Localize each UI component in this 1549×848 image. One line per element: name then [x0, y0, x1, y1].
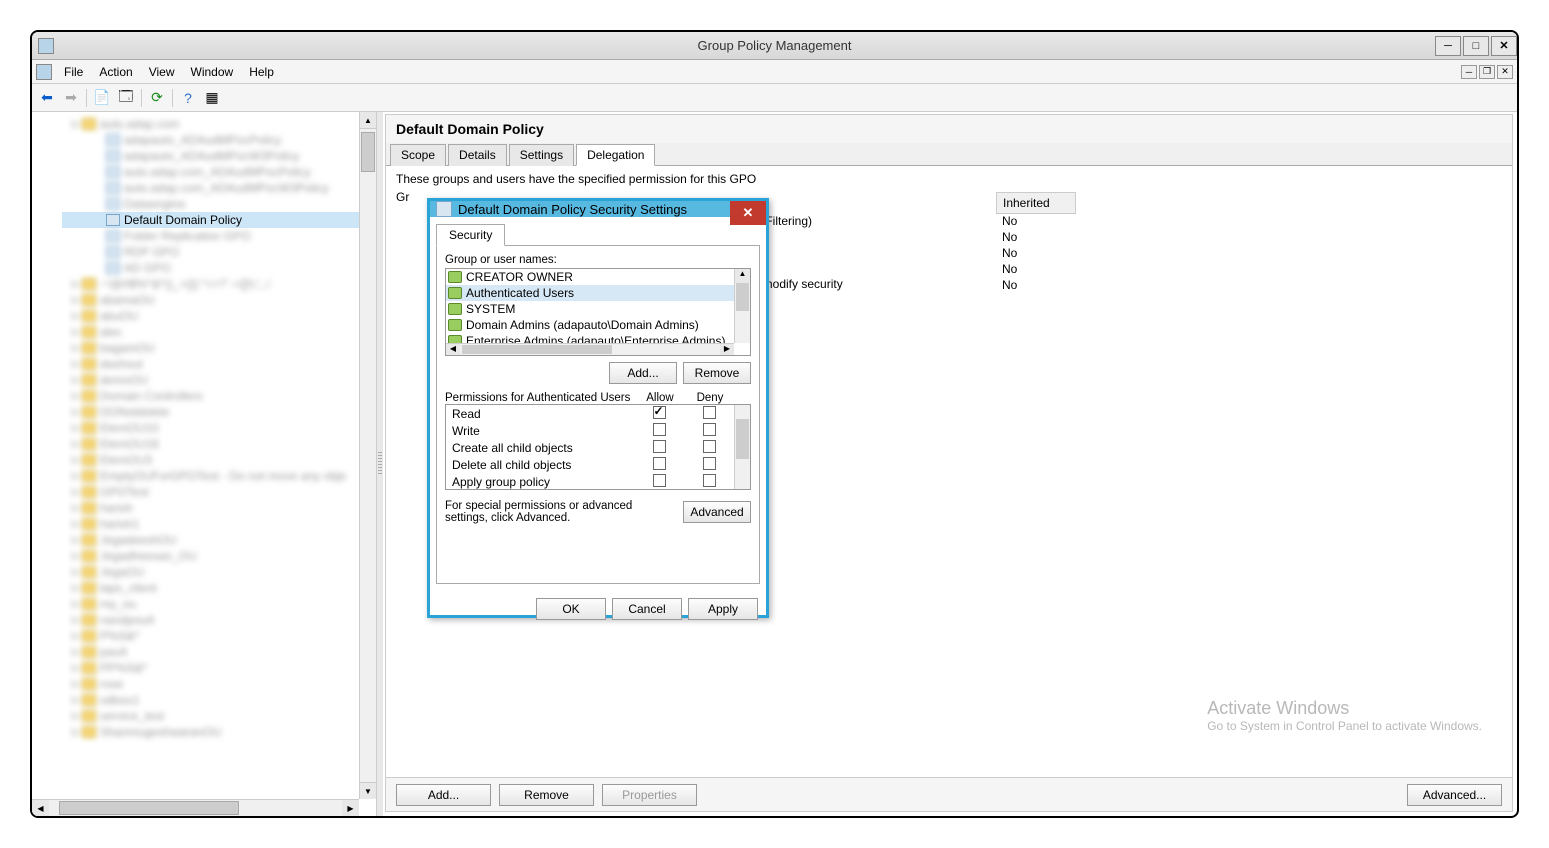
list-item[interactable]: CREATOR OWNER: [446, 269, 750, 285]
user-icon: [448, 303, 462, 315]
allow-header: Allow: [635, 392, 685, 404]
gpo-title: Default Domain Policy: [386, 115, 1512, 143]
user-icon: [448, 287, 462, 299]
tab-settings[interactable]: Settings: [509, 144, 574, 166]
ok-button[interactable]: OK: [536, 598, 606, 620]
tree[interactable]: ▷auto.adap.com adapauto_ADAudMPocPolicy …: [32, 112, 376, 740]
menu-window[interactable]: Window: [183, 62, 242, 82]
menu-view[interactable]: View: [141, 62, 183, 82]
detail-tabs: Scope Details Settings Delegation: [386, 143, 1512, 166]
tab-scope[interactable]: Scope: [390, 144, 446, 166]
dialog-icon: [436, 201, 452, 217]
permissions-label: Permissions for Authenticated Users: [445, 392, 635, 404]
menubar: File Action View Window Help ─ ❐ ✕: [32, 60, 1517, 84]
permission-row: Create all child objects: [446, 439, 750, 456]
tree-horizontal-scrollbar[interactable]: ◀▶: [32, 799, 359, 816]
deny-checkbox[interactable]: [703, 440, 716, 453]
app-icon: [38, 38, 54, 54]
cancel-button[interactable]: Cancel: [612, 598, 682, 620]
deny-header: Deny: [685, 392, 735, 404]
allow-checkbox[interactable]: [653, 474, 666, 487]
close-button[interactable]: ✕: [1491, 36, 1517, 56]
add-group-button[interactable]: Add...: [609, 362, 677, 384]
window-title: Group Policy Management: [698, 38, 852, 53]
tree-item-default-domain-policy[interactable]: Default Domain Policy: [62, 212, 376, 228]
mdi-minimize[interactable]: ─: [1461, 65, 1477, 79]
toolbar-button-3[interactable]: ▦: [201, 87, 223, 109]
dialog-close-button[interactable]: ✕: [730, 201, 766, 225]
advanced-button[interactable]: Advanced: [683, 501, 751, 523]
delegation-properties-button[interactable]: Properties: [602, 784, 697, 806]
security-settings-dialog: Default Domain Policy Security Settings …: [427, 198, 769, 618]
menu-help[interactable]: Help: [241, 62, 282, 82]
mdi-close[interactable]: ✕: [1497, 65, 1513, 79]
help-button[interactable]: ?: [177, 87, 199, 109]
group-names-label: Group or user names:: [445, 254, 751, 266]
permissions-scrollbar[interactable]: [734, 405, 750, 489]
splitter[interactable]: [377, 112, 383, 816]
user-icon: [448, 271, 462, 283]
group-names-listbox[interactable]: CREATOR OWNER Authenticated Users SYSTEM…: [445, 268, 751, 356]
dialog-title: Default Domain Policy Security Settings: [458, 202, 687, 217]
inherited-cell: No: [1002, 278, 1017, 292]
delegation-advanced-button[interactable]: Advanced...: [1407, 784, 1502, 806]
refresh-button[interactable]: ⟳: [146, 87, 168, 109]
col-inherited[interactable]: Inherited: [996, 192, 1076, 214]
permissions-listbox[interactable]: Read Write Create all child objects Dele…: [445, 404, 751, 490]
deny-checkbox[interactable]: [703, 423, 716, 436]
perm-row-fragment-2: , modify security: [756, 277, 843, 291]
inherited-cell: No: [1002, 214, 1017, 228]
tree-pane: ▷auto.adap.com adapauto_ADAudMPocPolicy …: [32, 112, 377, 816]
deny-checkbox[interactable]: [703, 406, 716, 419]
allow-checkbox[interactable]: [653, 440, 666, 453]
allow-checkbox[interactable]: [653, 457, 666, 470]
tab-delegation[interactable]: Delegation: [576, 144, 655, 166]
tree-vertical-scrollbar[interactable]: ▲▼: [359, 112, 376, 799]
maximize-button[interactable]: □: [1463, 36, 1489, 56]
listbox-hscrollbar[interactable]: ◀▶: [446, 343, 734, 355]
back-button[interactable]: ⬅: [36, 87, 58, 109]
dialog-titlebar[interactable]: Default Domain Policy Security Settings …: [430, 201, 766, 217]
permission-row: Read: [446, 405, 750, 422]
allow-checkbox[interactable]: [653, 423, 666, 436]
list-item[interactable]: Authenticated Users: [446, 285, 750, 301]
permission-row: Write: [446, 422, 750, 439]
list-item[interactable]: Domain Admins (adapauto\Domain Admins): [446, 317, 750, 333]
remove-group-button[interactable]: Remove: [683, 362, 751, 384]
mdi-restore[interactable]: ❐: [1479, 65, 1495, 79]
minimize-button[interactable]: ─: [1435, 36, 1461, 56]
permission-row: Apply group policy: [446, 473, 750, 490]
windows-activation-watermark: Activate Windows Go to System in Control…: [1207, 698, 1482, 733]
tab-details[interactable]: Details: [448, 144, 507, 166]
toolbar: ⬅ ➡ 📄 🗔 ⟳ ? ▦: [32, 84, 1517, 112]
list-item[interactable]: SYSTEM: [446, 301, 750, 317]
permission-row: Delete all child objects: [446, 456, 750, 473]
advanced-text: For special permissions or advanced sett…: [445, 500, 675, 524]
inherited-cell: No: [1002, 246, 1017, 260]
allow-checkbox[interactable]: [653, 406, 666, 419]
deny-checkbox[interactable]: [703, 457, 716, 470]
delegation-description: These groups and users have the specifie…: [396, 172, 1502, 186]
deny-checkbox[interactable]: [703, 474, 716, 487]
dialog-tab-security[interactable]: Security: [436, 224, 505, 246]
user-icon: [448, 319, 462, 331]
toolbar-button-1[interactable]: 📄: [91, 87, 113, 109]
listbox-scrollbar[interactable]: ▲: [734, 269, 750, 343]
apply-button[interactable]: Apply: [688, 598, 758, 620]
delegation-add-button[interactable]: Add...: [396, 784, 491, 806]
mdi-icon: [36, 64, 52, 80]
titlebar: Group Policy Management ─ □ ✕: [32, 32, 1517, 60]
inherited-cell: No: [1002, 230, 1017, 244]
delegation-remove-button[interactable]: Remove: [499, 784, 594, 806]
inherited-cell: No: [1002, 262, 1017, 276]
menu-action[interactable]: Action: [91, 62, 140, 82]
forward-button[interactable]: ➡: [60, 87, 82, 109]
menu-file[interactable]: File: [56, 62, 91, 82]
toolbar-button-2[interactable]: 🗔: [115, 87, 137, 109]
